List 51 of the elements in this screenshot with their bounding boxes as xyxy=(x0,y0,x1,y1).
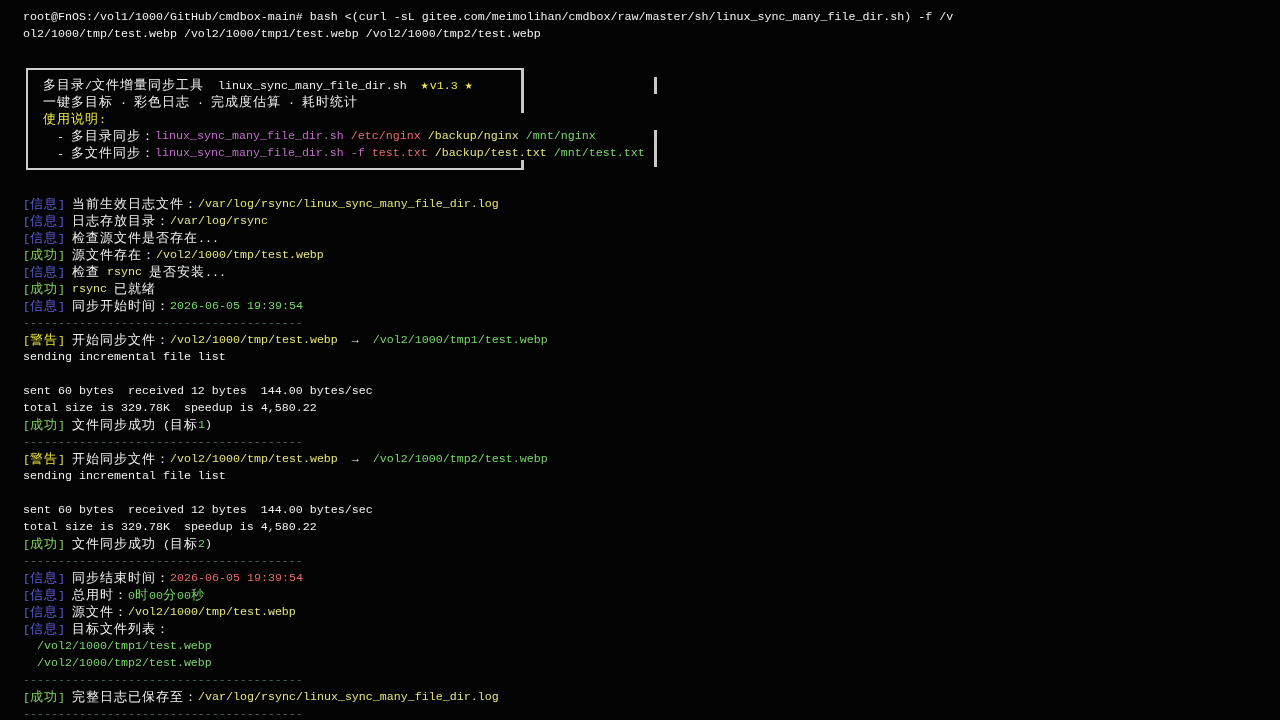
command-line: root@FnOS:/vol1/1000/GitHub/cmdbox-main# bash <(curl -sL gitee.com/meimolihan/cmdbox/raw/master/sh/linux_sync_many_file_dir.sh) -f /vol2/1000/tmp/test.webp /vol2/1000/tmp1/test.webp /vol2/1000/tmp2/test.webp xyxy=(23,9,955,43)
log-message: 同步开始时间：2026-06-05 19:39:54 xyxy=(72,298,303,315)
log-message: 文件同步成功 (目标1) xyxy=(72,417,212,434)
log-level-tag: [信息] xyxy=(23,230,65,247)
output-line: sent 60 bytes received 12 bytes 144.00 bytes/sec xyxy=(23,502,373,519)
log-level-tag: [信息] xyxy=(23,621,65,638)
log-level-tag: [警告] xyxy=(23,332,65,349)
log-level-tag: [成功] xyxy=(23,689,65,706)
log-level-tag: [成功] xyxy=(23,281,65,298)
dash-separator: ---------------------------------------- xyxy=(23,315,303,332)
log-level-tag: [成功] xyxy=(23,247,65,264)
log-message: 检查 rsync 是否安装... xyxy=(72,264,226,281)
log-message: 完整日志已保存至：/var/log/rsync/linux_sync_many_file_dir.log xyxy=(72,689,499,706)
log-message: 同步结束时间：2026-06-05 19:39:54 xyxy=(72,570,303,587)
output-line: sent 60 bytes received 12 bytes 144.00 bytes/sec xyxy=(23,383,373,400)
dash-separator: ---------------------------------------- xyxy=(23,672,303,689)
log-level-tag: [信息] xyxy=(23,196,65,213)
log-message: 当前生效日志文件：/var/log/rsync/linux_sync_many_file_dir.log xyxy=(72,196,499,213)
banner-line: 一键多目标 · 彩色日志 · 完成度估算 · 耗时统计 xyxy=(43,94,358,111)
log-message: rsync 已就绪 xyxy=(72,281,156,298)
target-path-line: /vol2/1000/tmp1/test.webp xyxy=(37,638,212,655)
log-level-tag: [信息] xyxy=(23,213,65,230)
dash-separator: ---------------------------------------- xyxy=(23,434,303,451)
banner-line: 多目录/文件增量同步工具 linux_sync_many_file_dir.sh ★v1.3 ★ xyxy=(43,77,474,94)
log-level-tag: [成功] xyxy=(23,536,65,553)
log-level-tag: [信息] xyxy=(23,570,65,587)
output-line: total size is 329.78K speedup is 4,580.22 xyxy=(23,400,317,417)
output-line: sending incremental file list xyxy=(23,468,226,485)
log-message: 总用时：0时00分00秒 xyxy=(72,587,205,604)
log-message: 源文件：/vol2/1000/tmp/test.webp xyxy=(72,604,296,621)
banner-line: 使用说明: xyxy=(43,111,106,128)
target-path-line: /vol2/1000/tmp2/test.webp xyxy=(37,655,212,672)
log-level-tag: [信息] xyxy=(23,587,65,604)
output-line: sending incremental file list xyxy=(23,349,226,366)
dash-separator: ---------------------------------------- xyxy=(23,553,303,570)
log-level-tag: [警告] xyxy=(23,451,65,468)
log-message: 日志存放目录：/var/log/rsync xyxy=(72,213,268,230)
log-level-tag: [信息] xyxy=(23,298,65,315)
dash-separator: ---------------------------------------- xyxy=(23,706,303,720)
output-line: total size is 329.78K speedup is 4,580.22 xyxy=(23,519,317,536)
log-level-tag: [信息] xyxy=(23,604,65,621)
log-message: 检查源文件是否存在... xyxy=(72,230,219,247)
log-message: 开始同步文件：/vol2/1000/tmp/test.webp → /vol2/1000/tmp1/test.webp xyxy=(72,332,548,349)
log-message: 目标文件列表： xyxy=(72,621,170,638)
banner-line: - 多文件同步：linux_sync_many_file_dir.sh -f test.txt /backup/test.txt /mnt/test.txt xyxy=(56,145,645,162)
log-level-tag: [成功] xyxy=(23,417,65,434)
log-message: 文件同步成功 (目标2) xyxy=(72,536,212,553)
log-message: 开始同步文件：/vol2/1000/tmp/test.webp → /vol2/1000/tmp2/test.webp xyxy=(72,451,548,468)
banner-line: - 多目录同步：linux_sync_many_file_dir.sh /etc/nginx /backup/nginx /mnt/nginx xyxy=(56,128,596,145)
log-level-tag: [信息] xyxy=(23,264,65,281)
log-message: 源文件存在：/vol2/1000/tmp/test.webp xyxy=(72,247,324,264)
